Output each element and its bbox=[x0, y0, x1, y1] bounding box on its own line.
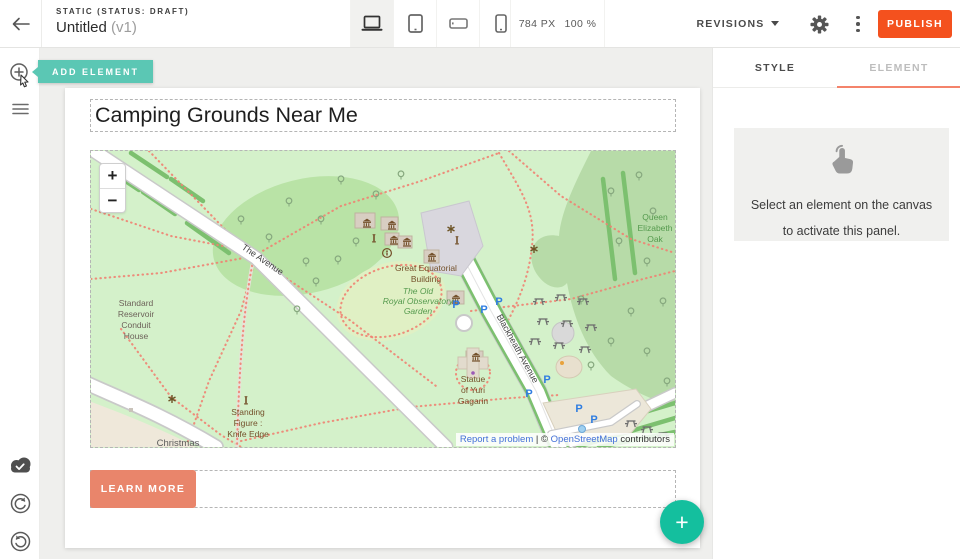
svg-text:P: P bbox=[543, 374, 550, 386]
revisions-dropdown[interactable]: REVISIONS bbox=[693, 0, 783, 47]
save-status-indicator bbox=[0, 450, 40, 480]
button-row-element[interactable]: LEARN MORE bbox=[90, 470, 676, 508]
svg-text:Standing: Standing bbox=[231, 407, 265, 417]
menu-lines-icon bbox=[12, 103, 29, 115]
tab-element[interactable]: ELEMENT bbox=[837, 48, 960, 87]
cloud-check-icon bbox=[8, 456, 33, 474]
document-version: (v1) bbox=[111, 19, 137, 36]
inspector-tabs: STYLE ELEMENT bbox=[713, 48, 960, 88]
svg-text:Conduit: Conduit bbox=[121, 320, 151, 330]
svg-text:Building: Building bbox=[411, 274, 442, 284]
svg-text:P: P bbox=[495, 296, 502, 308]
svg-text:P: P bbox=[525, 388, 532, 400]
editor-canvas[interactable]: Camping Grounds Near Me bbox=[40, 48, 712, 559]
map-zoom-control: + − bbox=[99, 163, 126, 213]
svg-text:House: House bbox=[124, 331, 149, 341]
svg-text:P: P bbox=[452, 299, 459, 311]
viewport-width-value: 784 PX bbox=[519, 18, 556, 30]
svg-text:Christmas: Christmas bbox=[157, 438, 200, 447]
tab-style[interactable]: STYLE bbox=[713, 48, 837, 87]
svg-text:Statue: Statue bbox=[461, 374, 486, 384]
phone-icon bbox=[495, 14, 507, 33]
tap-icon bbox=[825, 144, 859, 178]
svg-text:P: P bbox=[575, 403, 582, 415]
page-surface[interactable]: Camping Grounds Near Me bbox=[65, 88, 700, 548]
back-arrow-icon bbox=[12, 17, 30, 31]
learn-more-button[interactable]: LEARN MORE bbox=[90, 470, 196, 508]
undo-button[interactable] bbox=[0, 488, 40, 518]
svg-text:Oak: Oak bbox=[647, 234, 663, 244]
more-options-button[interactable] bbox=[848, 12, 868, 36]
add-block-fab[interactable]: + bbox=[660, 500, 704, 544]
back-button[interactable] bbox=[0, 0, 42, 47]
map-zoom-in-button[interactable]: + bbox=[100, 164, 125, 188]
device-desktop-button[interactable] bbox=[350, 0, 393, 47]
openstreetmap-canvas: P P P P P P P The Avenue Blackheath Aven… bbox=[91, 151, 675, 447]
inspector-panel: STYLE ELEMENT Select an element on the c… bbox=[712, 48, 960, 559]
svg-text:Royal Observatory: Royal Observatory bbox=[383, 296, 454, 306]
device-tablet-landscape-button[interactable] bbox=[436, 0, 479, 47]
settings-button[interactable] bbox=[806, 12, 832, 36]
document-status: STATIC (STATUS: DRAFT) bbox=[56, 7, 189, 16]
svg-text:Gagarin: Gagarin bbox=[458, 396, 489, 406]
desktop-icon bbox=[361, 15, 383, 32]
add-element-tooltip: ADD ELEMENT bbox=[38, 60, 153, 83]
left-sidebar bbox=[0, 48, 40, 559]
report-problem-link[interactable]: Report a problem bbox=[460, 434, 533, 445]
redo-icon bbox=[10, 531, 31, 552]
map-element[interactable]: P P P P P P P The Avenue Blackheath Aven… bbox=[90, 150, 676, 448]
device-tablet-button[interactable] bbox=[393, 0, 436, 47]
svg-text:Elizabeth: Elizabeth bbox=[638, 223, 673, 233]
svg-text:Great Equatorial: Great Equatorial bbox=[395, 263, 457, 273]
top-toolbar: STATIC (STATUS: DRAFT) Untitled (v1) bbox=[0, 0, 960, 48]
publish-button[interactable]: PUBLISH bbox=[878, 10, 952, 38]
panel-empty-state: Select an element on the canvas to activ… bbox=[734, 128, 949, 241]
map-zoom-out-button[interactable]: − bbox=[100, 188, 125, 212]
document-title: Untitled (v1) bbox=[56, 19, 189, 36]
svg-text:Knife Edge: Knife Edge bbox=[227, 429, 269, 439]
page-builder-app: STATIC (STATUS: DRAFT) Untitled (v1) bbox=[0, 0, 960, 559]
chevron-down-icon bbox=[771, 21, 779, 26]
svg-text:of Yuri: of Yuri bbox=[461, 385, 485, 395]
zoom-level-value: 100 % bbox=[565, 18, 597, 30]
svg-text:Figure :: Figure : bbox=[234, 418, 263, 428]
svg-text:Queen: Queen bbox=[642, 212, 668, 222]
tablet-icon bbox=[408, 14, 423, 33]
add-element-icon bbox=[8, 62, 32, 88]
redo-button[interactable] bbox=[0, 526, 40, 556]
svg-text:The Old: The Old bbox=[403, 286, 434, 296]
tablet-landscape-icon bbox=[449, 18, 468, 29]
map-attribution: Report a problem | © OpenStreetMap contr… bbox=[456, 433, 674, 446]
document-title-block: STATIC (STATUS: DRAFT) Untitled (v1) bbox=[56, 7, 189, 36]
gear-icon bbox=[810, 15, 829, 34]
cursor-icon bbox=[21, 75, 28, 87]
svg-text:Standard: Standard bbox=[119, 298, 154, 308]
heading-element[interactable]: Camping Grounds Near Me bbox=[90, 99, 676, 132]
empty-state-text: Select an element on the canvas to activ… bbox=[734, 192, 949, 244]
svg-text:Reservoir: Reservoir bbox=[118, 309, 155, 319]
navigator-button[interactable] bbox=[0, 94, 40, 124]
svg-text:P: P bbox=[480, 304, 487, 316]
kebab-icon bbox=[856, 16, 860, 20]
undo-icon bbox=[10, 493, 31, 514]
viewport-info: 784 PX 100 % bbox=[510, 0, 605, 47]
svg-text:P: P bbox=[590, 414, 597, 426]
openstreetmap-link[interactable]: OpenStreetMap bbox=[551, 434, 618, 445]
svg-text:Garden: Garden bbox=[404, 306, 433, 316]
